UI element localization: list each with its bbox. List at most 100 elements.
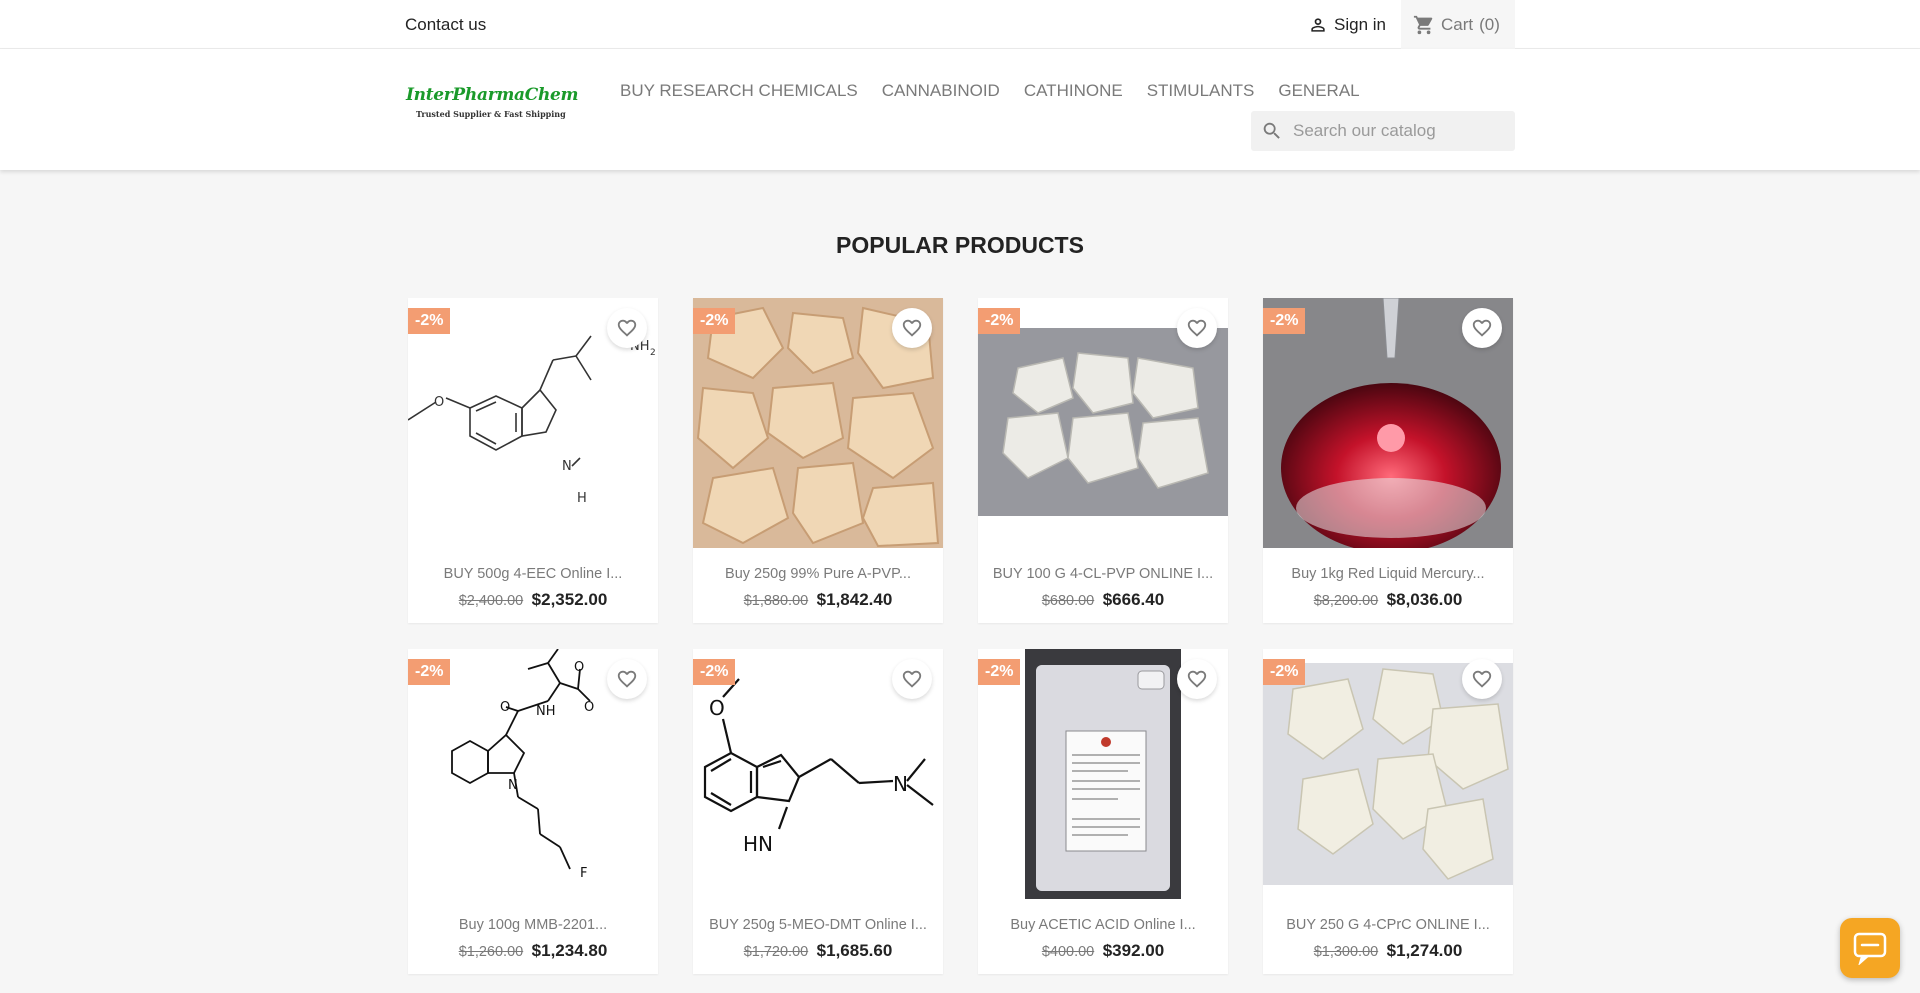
svg-text:O: O — [500, 700, 510, 715]
regular-price: $1,260.00 — [458, 944, 524, 960]
nav-cannabinoid[interactable]: CANNABINOID — [882, 81, 1000, 101]
product-image[interactable]: -2% — [978, 649, 1228, 899]
cart-count: (0) — [1479, 14, 1500, 34]
contact-us-link[interactable]: Contact us — [405, 15, 486, 35]
svg-text:N: N — [508, 778, 518, 793]
product-card[interactable]: -2% Buy 250g 99% Pure A-PVP... $1,880.00… — [693, 298, 943, 623]
product-image[interactable]: -2% — [978, 298, 1228, 548]
svg-text:O: O — [584, 700, 594, 715]
sale-price: $1,274.00 — [1386, 941, 1463, 960]
main-nav: BUY RESEARCH CHEMICALS CANNABINOID CATHI… — [620, 81, 1360, 101]
regular-price: $2,400.00 — [458, 593, 524, 609]
heart-icon — [902, 319, 922, 337]
product-prices: $8,200.00 $8,036.00 — [1263, 590, 1513, 610]
product-name[interactable]: Buy 100g MMB-2201... — [408, 917, 658, 933]
logo-tagline: Trusted Supplier & Fast Shipping — [416, 109, 566, 119]
discount-badge: -2% — [693, 659, 736, 685]
wishlist-button[interactable] — [892, 308, 932, 348]
logo[interactable]: InterPharmaChem Trusted Supplier & Fast … — [406, 85, 579, 119]
product-image[interactable]: -2% — [1263, 298, 1513, 548]
product-card[interactable]: -2% Buy ACETIC ACID Online I... $400.00 … — [978, 649, 1228, 974]
chat-button[interactable] — [1840, 918, 1900, 978]
product-card[interactable]: O NH O O N F -2% Buy 100g MMB-2201... $1,260.… — [408, 649, 658, 974]
product-name[interactable]: BUY 250 G 4-CPrC ONLINE I... — [1263, 917, 1513, 933]
product-card[interactable]: O N HN -2% BUY 250g 5-MEO-DMT Online I... … — [693, 649, 943, 974]
regular-price: $8,200.00 — [1313, 593, 1379, 609]
product-name[interactable]: BUY 500g 4-EEC Online I... — [408, 566, 658, 582]
heart-icon — [1472, 319, 1492, 337]
nav-cathinone[interactable]: CATHINONE — [1024, 81, 1123, 101]
product-card[interactable]: O N H NH 2 -2% BUY 500g 4-EEC Online I... $2… — [408, 298, 658, 623]
svg-text:NH: NH — [536, 704, 556, 719]
product-card[interactable]: -2% Buy 1kg Red Liquid Mercury... $8,200… — [1263, 298, 1513, 623]
product-name[interactable]: Buy 1kg Red Liquid Mercury... — [1263, 566, 1513, 582]
sign-in-link[interactable]: Sign in — [1308, 15, 1386, 35]
discount-badge: -2% — [408, 659, 451, 685]
product-prices: $1,260.00 $1,234.80 — [408, 941, 658, 961]
wishlist-button[interactable] — [1177, 308, 1217, 348]
svg-text:N: N — [562, 459, 572, 474]
sale-price: $1,234.80 — [531, 941, 608, 960]
regular-price: $400.00 — [1041, 944, 1095, 960]
main-header: InterPharmaChem Trusted Supplier & Fast … — [0, 49, 1920, 170]
product-prices: $680.00 $666.40 — [978, 590, 1228, 610]
discount-badge: -2% — [1263, 659, 1306, 685]
sale-price: $8,036.00 — [1386, 590, 1463, 609]
product-prices: $1,720.00 $1,685.60 — [693, 941, 943, 961]
search-input[interactable] — [1293, 121, 1503, 141]
heart-icon — [1187, 319, 1207, 337]
svg-text:O: O — [434, 395, 444, 410]
sale-price: $1,842.40 — [816, 590, 893, 609]
product-prices: $2,400.00 $2,352.00 — [408, 590, 658, 610]
wishlist-button[interactable] — [1462, 308, 1502, 348]
product-name[interactable]: Buy 250g 99% Pure A-PVP... — [693, 566, 943, 582]
product-image[interactable]: -2% — [1263, 649, 1513, 899]
product-name[interactable]: BUY 100 G 4-CL-PVP ONLINE I... — [978, 566, 1228, 582]
wishlist-button[interactable] — [607, 659, 647, 699]
section-title: POPULAR PRODUCTS — [836, 232, 1084, 258]
product-image[interactable]: O NH O O N F -2% — [408, 649, 658, 899]
nav-buy-research-chemicals[interactable]: BUY RESEARCH CHEMICALS — [620, 81, 858, 101]
product-prices: $400.00 $392.00 — [978, 941, 1228, 961]
product-image[interactable]: O N HN -2% — [693, 649, 943, 899]
sale-price: $392.00 — [1102, 941, 1165, 960]
heart-icon — [902, 670, 922, 688]
product-prices: $1,300.00 $1,274.00 — [1263, 941, 1513, 961]
regular-price: $1,300.00 — [1313, 944, 1379, 960]
wishlist-button[interactable] — [1462, 659, 1502, 699]
search-box — [1251, 111, 1515, 151]
svg-text:O: O — [574, 660, 584, 675]
wishlist-button[interactable] — [892, 659, 932, 699]
discount-badge: -2% — [978, 308, 1021, 334]
heart-icon — [617, 319, 637, 337]
user-icon — [1311, 18, 1325, 32]
heart-icon — [617, 670, 637, 688]
discount-badge: -2% — [1263, 308, 1306, 334]
product-name[interactable]: BUY 250g 5-MEO-DMT Online I... — [693, 917, 943, 933]
product-card[interactable]: -2% BUY 250 G 4-CPrC ONLINE I... $1,300.… — [1263, 649, 1513, 974]
svg-text:H: H — [577, 491, 587, 506]
cart-button[interactable]: Cart (0) — [1401, 0, 1515, 49]
sign-in-label: Sign in — [1334, 15, 1386, 34]
wishlist-button[interactable] — [607, 308, 647, 348]
heart-icon — [1187, 670, 1207, 688]
nav-stimulants[interactable]: STIMULANTS — [1147, 81, 1255, 101]
svg-text:O: O — [709, 696, 725, 720]
heart-icon — [1472, 670, 1492, 688]
svg-text:HN: HN — [743, 832, 773, 856]
top-bar: Contact us Sign in Cart (0) — [0, 0, 1920, 49]
search-icon[interactable] — [1261, 120, 1283, 142]
product-name[interactable]: Buy ACETIC ACID Online I... — [978, 917, 1228, 933]
product-image[interactable]: O N H NH 2 -2% — [408, 298, 658, 548]
nav-general[interactable]: GENERAL — [1278, 81, 1359, 101]
logo-name: InterPharmaChem — [406, 85, 579, 105]
product-image[interactable]: -2% — [693, 298, 943, 548]
svg-text:2: 2 — [650, 348, 656, 358]
discount-badge: -2% — [978, 659, 1021, 685]
regular-price: $1,720.00 — [743, 944, 809, 960]
product-card[interactable]: -2% BUY 100 G 4-CL-PVP ONLINE I... $680.… — [978, 298, 1228, 623]
chat-icon — [1853, 932, 1887, 965]
product-prices: $1,880.00 $1,842.40 — [693, 590, 943, 610]
cart-label: Cart — [1441, 14, 1474, 34]
wishlist-button[interactable] — [1177, 659, 1217, 699]
